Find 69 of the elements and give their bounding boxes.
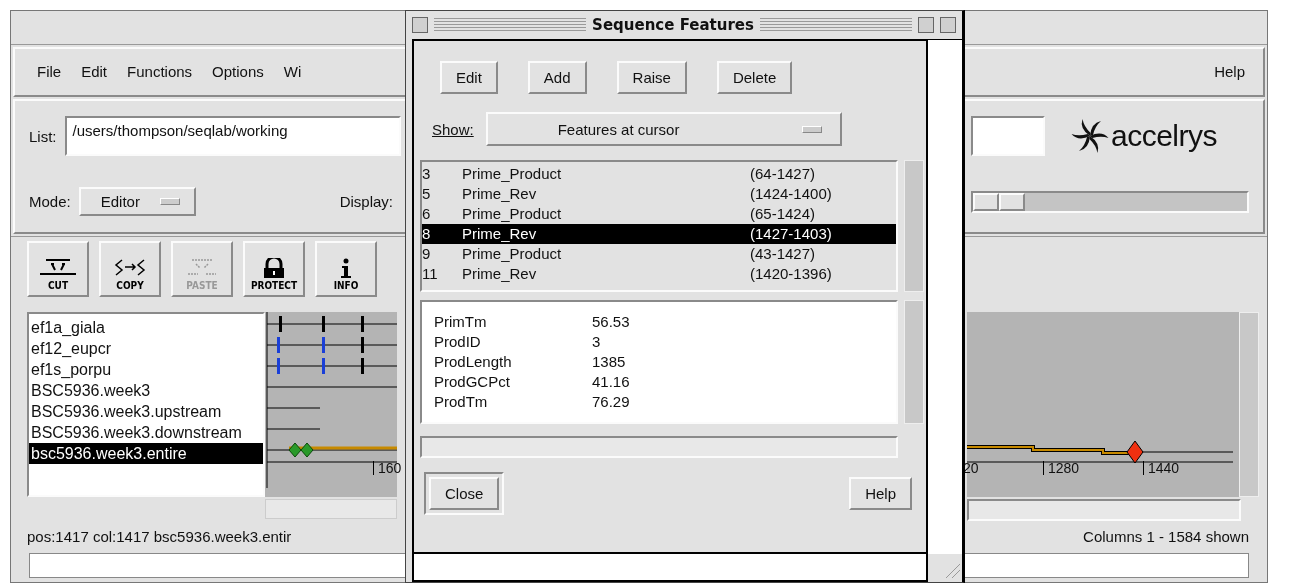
toolbar-button[interactable]: COPY	[99, 240, 161, 297]
menu-item[interactable]: Help	[1214, 63, 1245, 81]
detail-key: ProdTm	[434, 392, 592, 412]
toolbar-button[interactable]: PROTECT	[243, 240, 305, 297]
field-label: Mode:	[29, 193, 71, 211]
sequence-item[interactable]: ef1a_giala	[29, 317, 263, 339]
mode-dropdown[interactable]: Editor	[78, 187, 196, 217]
maximize-button[interactable]	[940, 17, 956, 33]
status-text: pos:1417 col:1417 bsc5936.week3.entir	[26, 527, 293, 545]
detail-value: 1385	[592, 352, 627, 372]
detail-key: ProdGCPct	[434, 372, 592, 392]
field-label: Display:	[339, 193, 394, 211]
info-icon	[341, 258, 351, 278]
ruler-label: 1440	[1143, 461, 1180, 476]
status-text: Columns 1 - 1584 shown	[1082, 527, 1249, 545]
padlock-icon	[264, 257, 284, 278]
dialog-title: Sequence Features	[592, 16, 754, 34]
detail-value: 41.16	[592, 372, 631, 392]
ruler-label: 1280	[1043, 461, 1080, 476]
scrollbar[interactable]	[971, 190, 1249, 213]
detail-value: 56.53	[592, 312, 631, 332]
detail-value: 3	[592, 332, 602, 352]
toolbar-button[interactable]: CUT	[27, 240, 89, 297]
horizontal-scrollbar[interactable]	[967, 499, 1241, 522]
menu-item[interactable]: File	[37, 63, 62, 81]
field-label: Show:	[432, 120, 474, 138]
show-dropdown[interactable]: Features at cursor	[485, 112, 842, 146]
horizontal-scrollbar[interactable]	[265, 499, 397, 520]
minimize-button[interactable]	[918, 17, 934, 33]
copy-icon	[114, 259, 146, 276]
menu-item[interactable]: Options	[212, 63, 264, 81]
feature-row[interactable]: 8 Prime_Rev (1427-1403)	[422, 224, 896, 244]
sequence-item[interactable]: BSC5936.week3.downstream	[29, 422, 263, 444]
vertical-scrollbar[interactable]	[904, 300, 924, 424]
dialog-button[interactable]: Delete	[716, 61, 793, 94]
sequence-item[interactable]: ef1s_porpu	[29, 359, 263, 381]
detail-key: PrimTm	[434, 312, 592, 332]
close-button[interactable]: Close	[429, 477, 500, 510]
sequence-item[interactable]: BSC5936.week3	[29, 380, 263, 402]
list-field[interactable]	[971, 116, 1045, 157]
field-label: List:	[29, 127, 57, 145]
dialog-button[interactable]: Raise	[616, 61, 687, 94]
detail-value: 76.29	[592, 392, 631, 412]
feature-row[interactable]: 5 Prime_Rev (1424-1400)	[422, 184, 896, 204]
vertical-scrollbar[interactable]	[1239, 312, 1259, 498]
ruler-label: 160	[373, 461, 402, 476]
detail-key: ProdID	[434, 332, 592, 352]
help-button[interactable]: Help	[849, 477, 912, 510]
feature-row[interactable]: 6 Prime_Product (65-1424)	[422, 204, 896, 224]
feature-row[interactable]: 9 Prime_Product (43-1427)	[422, 244, 896, 264]
feature-row[interactable]: 11 Prime_Rev (1420-1396)	[422, 264, 896, 284]
menu-item[interactable]: Functions	[127, 63, 193, 81]
horizontal-scrollbar[interactable]	[420, 436, 898, 458]
list-field[interactable]: /users/thompson/seqlab/working	[64, 116, 401, 157]
toolbar-button[interactable]: INFO	[315, 240, 377, 297]
paste-icon	[187, 259, 217, 275]
window-menu-button[interactable]	[412, 17, 428, 33]
dialog-button[interactable]: Add	[527, 61, 587, 94]
feature-row[interactable]: 3 Prime_Product (64-1427)	[422, 164, 896, 184]
vertical-scrollbar[interactable]	[904, 160, 924, 292]
logo-text: accelrys	[1111, 119, 1218, 154]
menu-item[interactable]: Edit	[81, 63, 108, 81]
sequence-item[interactable]: BSC5936.week3.upstream	[29, 401, 263, 423]
sequence-item[interactable]: bsc5936.week3.entire	[29, 443, 263, 465]
swirl-logo-icon	[1071, 117, 1109, 156]
dialog-button[interactable]: Edit	[440, 61, 498, 94]
sequence-item[interactable]: ef12_eupcr	[29, 338, 263, 360]
menu-item[interactable]: Wi	[283, 63, 302, 81]
detail-key: ProdLength	[434, 352, 592, 372]
